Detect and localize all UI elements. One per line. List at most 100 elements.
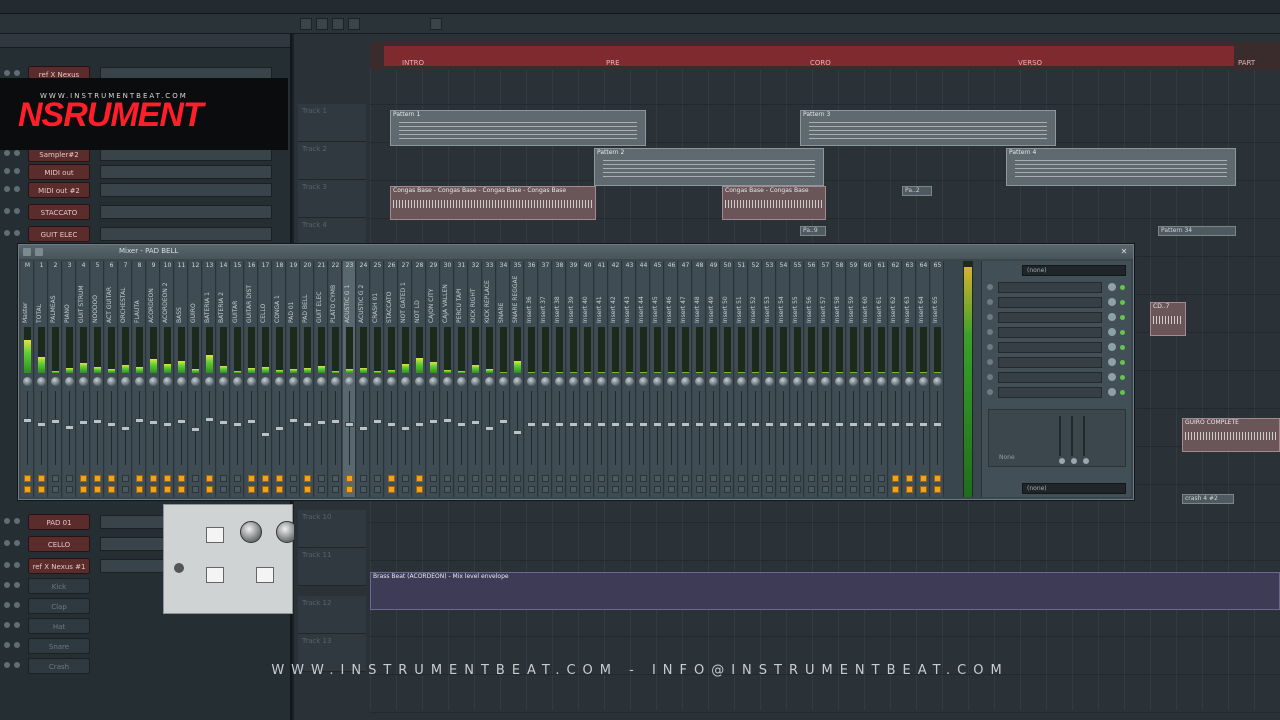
mixer-strip[interactable]: 2 PALMEAS <box>49 261 62 497</box>
pan-knob[interactable] <box>51 377 60 386</box>
track-label[interactable]: Track 1 <box>298 104 366 142</box>
route-button[interactable] <box>486 475 493 482</box>
volume-fader[interactable] <box>177 419 186 424</box>
eq-knob[interactable] <box>1071 458 1077 464</box>
strip-name[interactable]: Insert 50 <box>722 275 733 323</box>
mixer-strip[interactable]: 12 GUIRO <box>189 261 202 497</box>
strip-name[interactable]: Insert 57 <box>820 275 831 323</box>
pan-knob[interactable] <box>793 377 802 386</box>
volume-fader[interactable] <box>471 420 480 425</box>
pan-knob[interactable] <box>457 377 466 386</box>
pan-knob[interactable] <box>737 377 746 386</box>
pan-knob[interactable] <box>751 377 760 386</box>
route-button[interactable] <box>654 475 661 482</box>
route-button[interactable] <box>472 486 479 493</box>
mixer-strip[interactable]: 34 SNARE <box>497 261 510 497</box>
route-button[interactable] <box>332 486 339 493</box>
marker-part[interactable]: PART <box>1238 59 1255 67</box>
route-button[interactable] <box>892 475 899 482</box>
route-button[interactable] <box>710 486 717 493</box>
strip-name[interactable]: Insert 56 <box>806 275 817 323</box>
mixer-strip[interactable]: 65 Insert 65 <box>931 261 944 497</box>
playlist-ruler[interactable]: INTRO PRE CORO VERSO PART <box>370 42 1280 70</box>
strip-name[interactable]: CONGA 1 <box>274 275 285 323</box>
mixer-strip[interactable]: 64 Insert 64 <box>917 261 930 497</box>
route-button[interactable] <box>682 486 689 493</box>
channel-pan[interactable] <box>14 150 20 156</box>
channel-row[interactable]: MIDI out #2 <box>0 180 292 200</box>
route-button[interactable] <box>276 475 283 482</box>
channel-led[interactable] <box>4 70 10 76</box>
eq-fader[interactable] <box>1059 416 1061 456</box>
route-button[interactable] <box>794 475 801 482</box>
strip-name[interactable]: CRASH 01 <box>372 275 383 323</box>
route-button[interactable] <box>584 475 591 482</box>
route-button[interactable] <box>374 475 381 482</box>
mixer-strip[interactable]: M Master <box>21 261 34 497</box>
pan-knob[interactable] <box>387 377 396 386</box>
route-button[interactable] <box>556 486 563 493</box>
route-button[interactable] <box>192 475 199 482</box>
route-button[interactable] <box>724 486 731 493</box>
slot-led[interactable] <box>987 359 993 365</box>
route-button[interactable] <box>52 486 59 493</box>
clip-congas[interactable]: Congas Base - Congas Base - Congas Base … <box>390 186 596 220</box>
mixer-strip[interactable]: 60 Insert 60 <box>861 261 874 497</box>
pan-knob[interactable] <box>555 377 564 386</box>
pan-knob[interactable] <box>779 377 788 386</box>
route-button[interactable] <box>836 486 843 493</box>
route-button[interactable] <box>738 475 745 482</box>
route-button[interactable] <box>52 475 59 482</box>
channel-led[interactable] <box>4 518 10 524</box>
track-label[interactable]: Track 3 <box>298 180 366 218</box>
volume-fader[interactable] <box>415 422 424 427</box>
channel-row[interactable]: GUIT ELEC <box>0 224 292 244</box>
mixer-strip[interactable]: 62 Insert 62 <box>889 261 902 497</box>
channel-pan[interactable] <box>14 582 20 588</box>
fx-slot[interactable] <box>986 281 1130 294</box>
channel-pan[interactable] <box>14 518 20 524</box>
strip-name[interactable]: PIANO <box>64 275 75 323</box>
clip-pattern-34[interactable]: Pattern 34 <box>1158 226 1236 236</box>
pan-knob[interactable] <box>765 377 774 386</box>
slot-led[interactable] <box>987 329 993 335</box>
mixer-strip[interactable]: 61 Insert 61 <box>875 261 888 497</box>
mixer-strip[interactable]: 42 Insert 42 <box>609 261 622 497</box>
pan-knob[interactable] <box>219 377 228 386</box>
volume-fader[interactable] <box>541 422 550 427</box>
pan-knob[interactable] <box>429 377 438 386</box>
route-button[interactable] <box>640 475 647 482</box>
pan-knob[interactable] <box>597 377 606 386</box>
route-button[interactable] <box>822 486 829 493</box>
mixer-strip[interactable]: 57 Insert 57 <box>819 261 832 497</box>
route-button[interactable] <box>402 486 409 493</box>
toolbar-button[interactable] <box>300 18 312 30</box>
volume-fader[interactable] <box>695 422 704 427</box>
route-button[interactable] <box>304 486 311 493</box>
volume-fader[interactable] <box>135 418 144 423</box>
pan-knob[interactable] <box>65 377 74 386</box>
route-button[interactable] <box>318 475 325 482</box>
route-button[interactable] <box>318 486 325 493</box>
strip-name[interactable]: FLAUTA <box>134 275 145 323</box>
pan-knob[interactable] <box>303 377 312 386</box>
pan-knob[interactable] <box>233 377 242 386</box>
strip-name[interactable]: PAD 01 <box>288 275 299 323</box>
strip-name[interactable]: Insert 48 <box>694 275 705 323</box>
slot-box[interactable] <box>998 342 1102 353</box>
volume-fader[interactable] <box>723 422 732 427</box>
route-button[interactable] <box>360 486 367 493</box>
mixer-strip[interactable]: 29 CAJON CITY <box>427 261 440 497</box>
mixer-strip[interactable]: 23 ACUSTIC G 1 <box>343 261 356 497</box>
track-label[interactable]: Track 2 <box>298 142 366 180</box>
volume-fader[interactable] <box>779 422 788 427</box>
volume-fader[interactable] <box>149 420 158 425</box>
route-button[interactable] <box>528 486 535 493</box>
channel-led[interactable] <box>4 186 10 192</box>
strip-name[interactable]: NOT LD <box>414 275 425 323</box>
route-button[interactable] <box>808 486 815 493</box>
volume-fader[interactable] <box>163 422 172 427</box>
route-button[interactable] <box>38 475 45 482</box>
route-button[interactable] <box>920 486 927 493</box>
mixer-strip[interactable]: 31 PERCU TAPI <box>455 261 468 497</box>
